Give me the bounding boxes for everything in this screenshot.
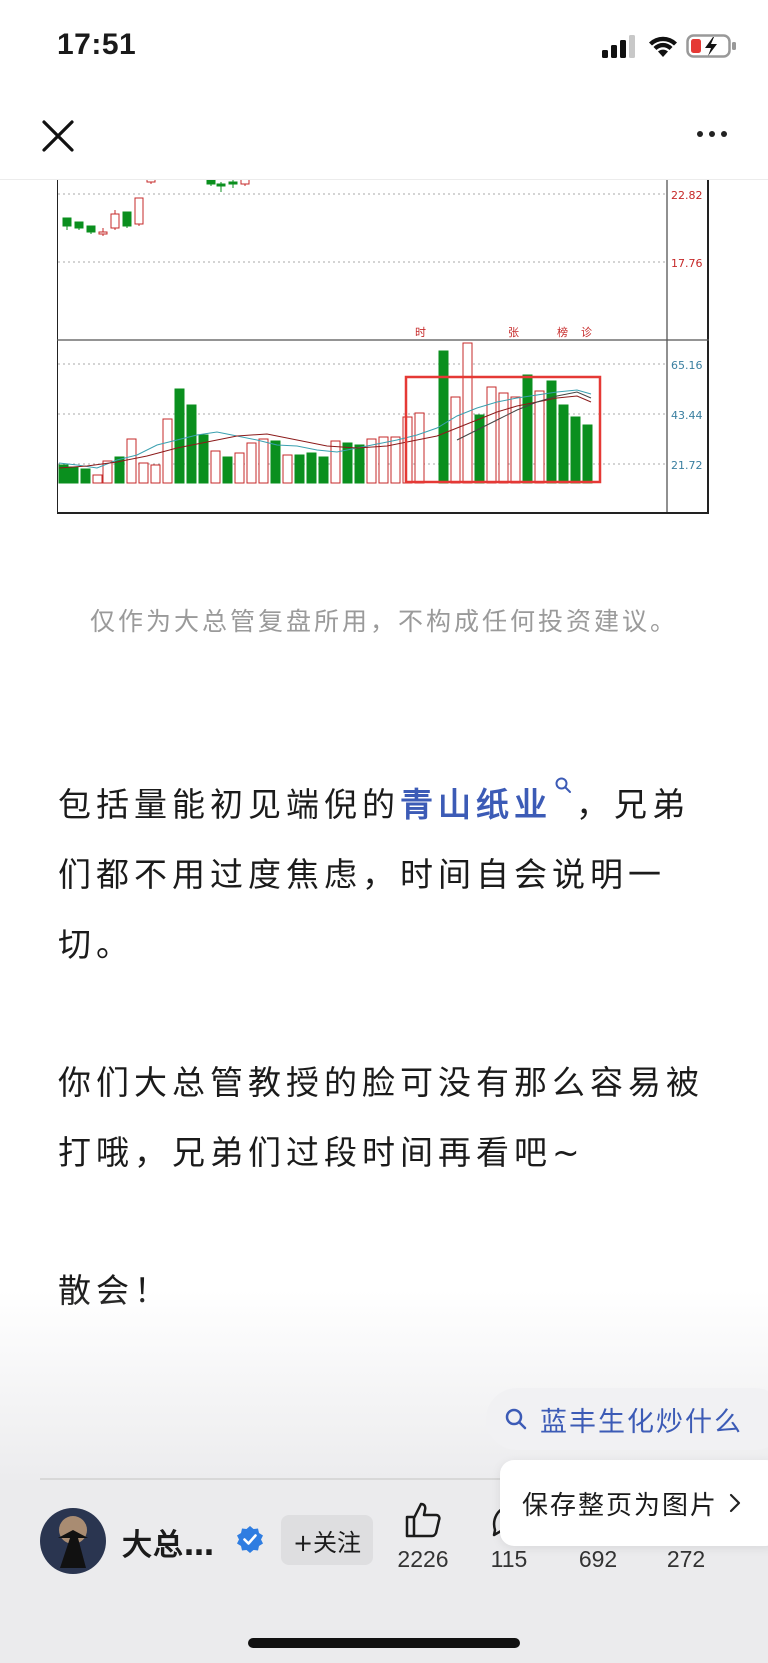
author-avatar[interactable] <box>40 1508 106 1574</box>
volume-bar <box>222 456 233 484</box>
status-time: 17:51 <box>57 28 137 61</box>
volume-bar <box>138 462 149 484</box>
bottom-fade <box>0 1290 768 1480</box>
like-count: 2226 <box>397 1546 449 1572</box>
volume-bar <box>258 438 269 484</box>
close-icon[interactable] <box>36 114 80 158</box>
volume-bar <box>450 396 461 484</box>
volume-bar <box>498 392 509 484</box>
candle-body <box>228 181 238 185</box>
chevron-right-icon <box>729 1493 741 1513</box>
divider <box>40 1478 500 1480</box>
candle-body <box>86 225 96 233</box>
wifi-icon <box>649 36 677 57</box>
volume-bar <box>126 438 137 484</box>
price-label-high: 22.82 <box>671 189 703 202</box>
volume-bar <box>486 386 497 484</box>
volume-bar <box>246 442 257 484</box>
volume-bar <box>414 412 425 484</box>
volume-bar <box>294 454 305 484</box>
volume-bar <box>210 450 221 484</box>
more-options-icon[interactable] <box>690 112 734 156</box>
thumbs-up-icon <box>405 1502 441 1538</box>
author-name[interactable]: 大总… <box>122 1520 215 1564</box>
volume-label-mid: 43.44 <box>671 409 703 422</box>
volume-bar <box>92 474 103 484</box>
candle-body <box>74 221 84 229</box>
volume-bar <box>582 424 593 484</box>
marker-label: 诊 <box>581 325 592 339</box>
candle-body <box>216 183 226 187</box>
volume-bar <box>234 452 245 484</box>
volume-bar <box>68 466 79 484</box>
stock-chart-image: 22.82 17.76 65.16 43.44 21.72 时 张 榜 诊 <box>57 140 711 516</box>
volume-bar <box>534 390 545 484</box>
home-indicator <box>248 1638 520 1648</box>
volume-bar <box>438 350 449 484</box>
marker-label: 张 <box>508 326 519 339</box>
candle-body <box>122 211 132 227</box>
save-page-label: 保存整页为图片 <box>522 1490 719 1521</box>
verified-badge-icon <box>237 1526 263 1553</box>
volume-bar <box>318 456 329 484</box>
volume-bar <box>150 464 161 484</box>
comment-count: 115 <box>490 1546 528 1572</box>
follow-button[interactable]: +关注 <box>281 1515 373 1565</box>
candle-body <box>98 231 108 235</box>
volume-bar <box>174 388 185 484</box>
volume-label-top: 65.16 <box>671 359 703 372</box>
volume-bar <box>570 416 581 484</box>
paragraph-1: 包括量能初见端倪的青山纸业 ，兄弟们都不用过度焦虑，时间自会说明一切。 <box>58 770 718 980</box>
search-icon <box>505 1408 527 1430</box>
price-label-low: 17.76 <box>671 257 703 270</box>
avatar-image <box>40 1508 106 1574</box>
marker-label: 榜 <box>557 325 568 339</box>
related-search-pill[interactable]: 蓝丰生化炒什么 <box>486 1388 768 1450</box>
volume-bar <box>402 416 413 484</box>
candle-body <box>62 217 72 227</box>
volume-bar <box>330 440 341 484</box>
image-caption: 仅作为大总管复盘所用，不构成任何投资建议。 <box>89 607 678 636</box>
volume-bar <box>282 454 293 484</box>
nav-bar <box>0 92 768 180</box>
candle-body <box>110 213 120 229</box>
volume-bar <box>80 468 91 484</box>
stock-link-qingshan[interactable]: 青山纸业 <box>400 785 552 824</box>
volume-bar <box>474 414 485 484</box>
favorite-count: 692 <box>578 1546 618 1572</box>
battery-charging-icon <box>686 34 736 58</box>
status-bar: 17:51 <box>0 0 768 92</box>
kline-volume-chart: 22.82 17.76 65.16 43.44 21.72 时 张 榜 诊 <box>57 140 711 516</box>
candle-body <box>134 197 144 225</box>
cellular-signal-icon <box>602 35 635 58</box>
marker-label: 时 <box>415 326 426 339</box>
paragraph-1-text-start: 包括量能初见端倪的 <box>58 785 400 824</box>
volume-bar <box>510 396 521 484</box>
paragraph-2: 你们大总管教授的脸可没有那么容易被打哦，兄弟们过段时间再看吧~ <box>58 1063 704 1172</box>
like-button[interactable]: 2226 <box>383 1500 463 1573</box>
search-icon[interactable] <box>554 776 572 794</box>
volume-bar <box>354 444 365 484</box>
volume-bar <box>522 374 533 484</box>
volume-bar <box>558 404 569 484</box>
volume-bar <box>378 436 389 484</box>
related-search-text: 蓝丰生化炒什么 <box>540 1406 743 1438</box>
share-count: 272 <box>666 1546 706 1572</box>
volume-label-low: 21.72 <box>671 459 703 472</box>
save-page-as-image-button[interactable]: 保存整页为图片 <box>500 1460 768 1546</box>
volume-bar <box>270 440 281 484</box>
volume-bar <box>306 452 317 484</box>
